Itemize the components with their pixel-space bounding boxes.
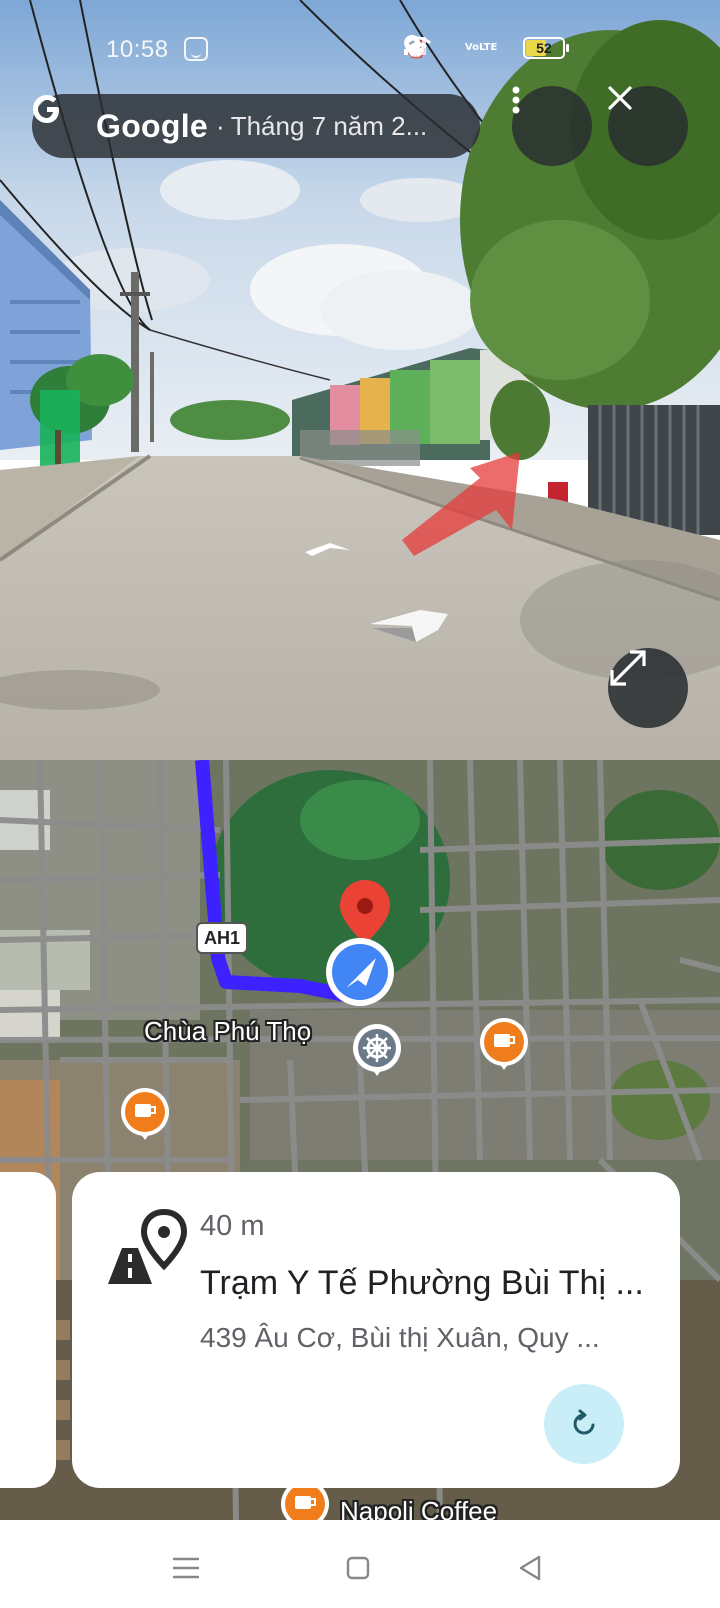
expand-button[interactable] xyxy=(608,648,688,728)
close-icon xyxy=(608,86,632,110)
separator-dot: · xyxy=(216,110,225,141)
refresh-icon xyxy=(573,1409,595,1435)
refresh-button[interactable] xyxy=(544,1384,624,1464)
face-icon xyxy=(184,37,208,61)
battery-level: 52 xyxy=(536,40,552,56)
menu-button[interactable] xyxy=(166,1548,206,1588)
place-label-napoli-coffee[interactable]: Napoli Coffee xyxy=(340,1496,497,1520)
system-nav-bar xyxy=(0,1520,720,1608)
google-g-icon xyxy=(33,95,80,141)
back-icon xyxy=(519,1555,541,1581)
expand-icon xyxy=(610,650,646,686)
home-button[interactable] xyxy=(338,1548,378,1588)
capture-date-label: Tháng 7 năm 2... xyxy=(230,110,428,141)
place-address: 439 Âu Cơ, Bùi thị Xuân, Quy ... xyxy=(200,1322,600,1353)
road-shield-ah1: AH1 xyxy=(196,922,248,954)
menu-icon xyxy=(173,1557,199,1579)
status-time: 10:58 xyxy=(106,36,169,63)
status-bar: 10:58 ⏰ VoLTE 52 xyxy=(0,0,720,96)
street-view-panorama[interactable]: 10:58 ⏰ VoLTE 52 Go xyxy=(0,0,720,760)
previous-card-peek[interactable] xyxy=(0,1172,56,1488)
close-button[interactable] xyxy=(608,86,688,166)
street-view-title-pill[interactable]: Google · Tháng 7 năm 2... xyxy=(32,94,480,158)
directions-pin-icon xyxy=(108,1208,188,1288)
distance-label: 40 m xyxy=(200,1210,265,1242)
back-button[interactable] xyxy=(510,1548,550,1588)
more-vert-icon xyxy=(512,86,520,114)
navigation-arrow-icon xyxy=(326,938,394,1006)
status-icons: ⏰ VoLTE 52 xyxy=(404,35,569,61)
place-info-card[interactable]: 40 m Trạm Y Tế Phường Bùi Thị ... 439 Âu… xyxy=(72,1172,680,1488)
more-options-button[interactable] xyxy=(512,86,592,166)
google-brand-label: Google xyxy=(96,107,209,144)
battery-icon: 52 xyxy=(522,37,569,59)
place-title: Trạm Y Tế Phường Bùi Thị ... xyxy=(200,1264,644,1302)
volte-icon: VoLTE xyxy=(464,42,498,53)
home-icon xyxy=(346,1556,370,1580)
place-label-chua-phu-tho[interactable]: Chùa Phú Thọ xyxy=(144,1016,311,1047)
